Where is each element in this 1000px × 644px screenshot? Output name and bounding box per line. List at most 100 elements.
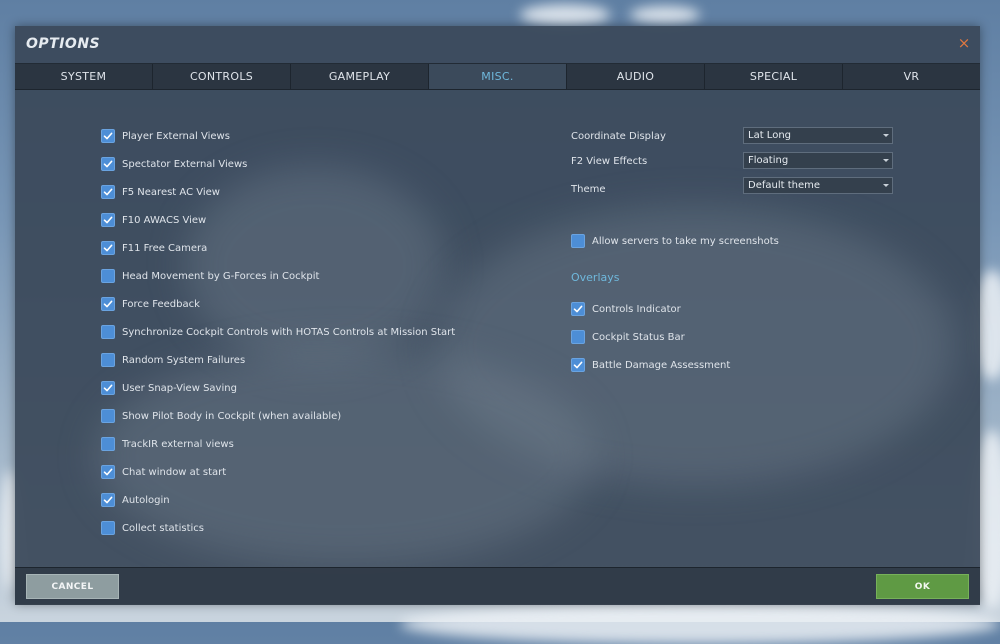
checkbox[interactable] [101,465,115,479]
checkmark-icon [573,361,583,369]
checkmark-icon [103,188,113,196]
title-bar: OPTIONS × [15,26,980,63]
chevron-down-icon [883,159,889,162]
option-label: Random System Failures [122,354,246,366]
coordinate-display-label: Coordinate Display [571,131,666,142]
theme-value: Default theme [748,180,821,191]
option-autologin[interactable]: Autologin [101,492,170,508]
option-label: F5 Nearest AC View [122,186,220,198]
overlay-controls-indicator[interactable]: Controls Indicator [571,301,681,317]
option-f5-nearest-ac-view[interactable]: F5 Nearest AC View [101,184,220,200]
checkbox[interactable] [101,241,115,255]
checkbox[interactable] [571,330,585,344]
checkbox[interactable] [571,302,585,316]
option-spectator-external-views[interactable]: Spectator External Views [101,156,247,172]
option-random-system-failures[interactable]: Random System Failures [101,352,245,368]
checkmark-icon [103,300,113,308]
option-label: Battle Damage Assessment [592,359,731,371]
option-label: Chat window at start [122,466,227,478]
cloud [630,6,700,24]
checkmark-icon [103,160,113,168]
tab-system[interactable]: SYSTEM [15,64,153,89]
checkbox[interactable] [101,493,115,507]
option-label: F10 AWACS View [122,214,207,226]
checkbox[interactable] [101,409,115,423]
checkmark-icon [103,244,113,252]
option-label: Head Movement by G-Forces in Cockpit [122,270,320,282]
option-label: TrackIR external views [122,438,234,450]
checkmark-icon [103,384,113,392]
checkbox[interactable] [101,185,115,199]
tab-audio[interactable]: AUDIO [567,64,705,89]
option-collect-statistics[interactable]: Collect statistics [101,520,204,536]
checkbox[interactable] [571,234,585,248]
option-synchronize-cockpit-controls[interactable]: Synchronize Cockpit Controls with HOTAS … [101,324,455,340]
checkbox[interactable] [101,157,115,171]
checkmark-icon [103,468,113,476]
ok-button[interactable]: OK [876,574,969,599]
option-label: Controls Indicator [592,303,681,315]
options-dialog: OPTIONS × SYSTEM CONTROLS GAMEPLAY MISC.… [15,26,980,605]
coordinate-display-value: Lat Long [748,130,791,141]
option-label: Spectator External Views [122,158,248,170]
tab-controls[interactable]: CONTROLS [153,64,291,89]
misc-settings-panel: Player External Views Spectator External… [15,89,980,567]
close-icon[interactable]: × [957,36,971,51]
cancel-button[interactable]: CANCEL [26,574,119,599]
option-label: Autologin [122,494,170,506]
theme-label: Theme [571,184,606,195]
checkmark-icon [103,216,113,224]
tab-misc[interactable]: MISC. [429,64,567,89]
option-user-snap-view-saving[interactable]: User Snap-View Saving [101,380,237,396]
dialog-title: OPTIONS [26,36,101,52]
option-allow-screenshots[interactable]: Allow servers to take my screenshots [571,233,779,249]
checkbox[interactable] [101,129,115,143]
checkbox[interactable] [101,381,115,395]
option-label: Player External Views [122,130,230,142]
checkmark-icon [573,305,583,313]
f2-view-effects-label: F2 View Effects [571,156,648,167]
option-label: User Snap-View Saving [122,382,237,394]
checkbox[interactable] [101,269,115,283]
option-f10-awacs-view[interactable]: F10 AWACS View [101,212,206,228]
dialog-footer: CANCEL OK [15,567,980,605]
option-label: Allow servers to take my screenshots [592,235,779,247]
theme-select[interactable]: Default theme [743,177,893,194]
option-label: Force Feedback [122,298,200,310]
tab-vr[interactable]: VR [843,64,980,89]
option-show-pilot-body[interactable]: Show Pilot Body in Cockpit (when availab… [101,408,341,424]
option-f11-free-camera[interactable]: F11 Free Camera [101,240,207,256]
overlay-battle-damage-assessment[interactable]: Battle Damage Assessment [571,357,730,373]
option-label: Synchronize Cockpit Controls with HOTAS … [122,326,456,338]
f2-view-effects-select[interactable]: Floating [743,152,893,169]
option-head-movement-g-forces[interactable]: Head Movement by G-Forces in Cockpit [101,268,319,284]
option-label: Cockpit Status Bar [592,331,685,343]
cloud [400,604,1000,644]
checkmark-icon [103,132,113,140]
checkbox[interactable] [101,297,115,311]
option-label: Show Pilot Body in Cockpit (when availab… [122,410,342,422]
checkbox[interactable] [101,353,115,367]
overlay-cockpit-status-bar[interactable]: Cockpit Status Bar [571,329,685,345]
option-label: Collect statistics [122,522,204,534]
option-label: F11 Free Camera [122,242,208,254]
overlays-section-title: Overlays [571,271,620,284]
option-force-feedback[interactable]: Force Feedback [101,296,200,312]
checkmark-icon [103,496,113,504]
option-player-external-views[interactable]: Player External Views [101,128,230,144]
checkbox[interactable] [571,358,585,372]
tab-special[interactable]: SPECIAL [705,64,843,89]
option-chat-window-at-start[interactable]: Chat window at start [101,464,226,480]
checkbox[interactable] [101,437,115,451]
f2-view-effects-value: Floating [748,155,789,166]
option-trackir-external-views[interactable]: TrackIR external views [101,436,234,452]
tab-gameplay[interactable]: GAMEPLAY [291,64,429,89]
cloud [520,4,610,26]
chevron-down-icon [883,184,889,187]
checkbox[interactable] [101,213,115,227]
tab-bar: SYSTEM CONTROLS GAMEPLAY MISC. AUDIO SPE… [15,63,980,90]
chevron-down-icon [883,134,889,137]
coordinate-display-select[interactable]: Lat Long [743,127,893,144]
checkbox[interactable] [101,325,115,339]
checkbox[interactable] [101,521,115,535]
